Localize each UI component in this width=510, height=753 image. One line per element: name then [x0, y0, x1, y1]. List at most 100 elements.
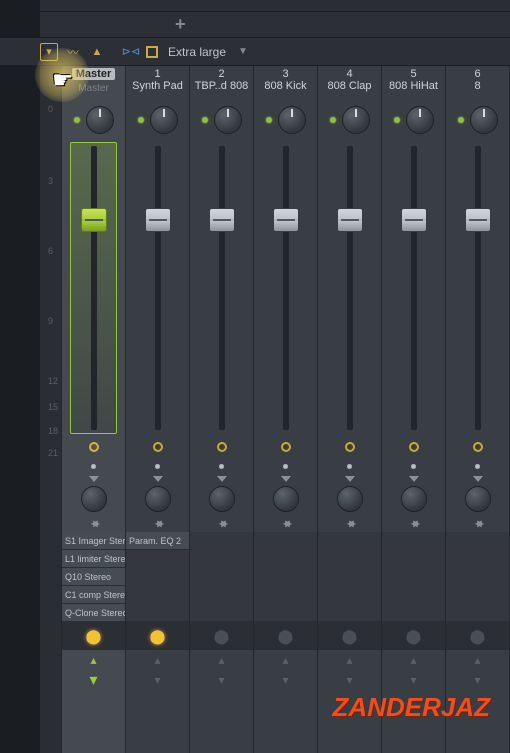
channel-name[interactable]: 808 Kick — [254, 80, 317, 92]
fx-enable-dot[interactable] — [347, 464, 352, 469]
channel-name[interactable]: 8 — [446, 80, 509, 92]
stereo-sep-icon[interactable] — [281, 476, 291, 482]
link-icon-button[interactable]: ⊳⊲ — [122, 43, 140, 61]
solo-mute-button[interactable] — [281, 442, 291, 452]
fader-handle[interactable] — [81, 208, 107, 232]
pan-knob[interactable] — [470, 106, 498, 134]
dock-icon[interactable]: ◂▸ — [475, 516, 479, 530]
route-up-icon[interactable]: ▴ — [474, 653, 480, 667]
stereo-sep-icon[interactable] — [217, 476, 227, 482]
send-indicator-icon[interactable]: ⬤ — [342, 628, 358, 645]
fx-enable-dot[interactable] — [283, 464, 288, 469]
route-down-icon[interactable]: ▾ — [410, 673, 416, 687]
stereo-sep-icon[interactable] — [153, 476, 163, 482]
channel-active-led[interactable] — [394, 117, 400, 123]
dock-icon[interactable]: ◂▸ — [347, 516, 351, 530]
fx-slot[interactable]: Param. EQ 2 — [126, 532, 189, 550]
route-down-icon[interactable]: ▾ — [154, 673, 160, 687]
stereo-knob[interactable] — [145, 486, 171, 512]
fader-handle[interactable] — [145, 208, 171, 232]
stereo-knob[interactable] — [273, 486, 299, 512]
channel-808-clap[interactable]: 4808 Clap◂▸⬤▴▾ — [318, 66, 382, 753]
send-indicator-icon[interactable]: ⬤ — [470, 628, 486, 645]
channel-synth-pad[interactable]: 1Synth Pad◂▸Param. EQ 2⬤▴▾ — [126, 66, 190, 753]
stereo-sep-icon[interactable] — [409, 476, 419, 482]
pan-knob[interactable] — [342, 106, 370, 134]
channel-name[interactable]: 808 Clap — [318, 80, 381, 92]
route-up-icon[interactable]: ▴ — [410, 653, 416, 667]
route-up-icon[interactable]: ▴ — [90, 653, 96, 667]
dock-icon[interactable]: ◂▸ — [219, 516, 223, 530]
stereo-knob[interactable] — [401, 486, 427, 512]
fx-slot-empty[interactable] — [446, 532, 509, 622]
fader-track[interactable] — [411, 146, 417, 430]
fx-slot-empty[interactable] — [190, 532, 253, 622]
route-up-icon[interactable]: ▴ — [346, 653, 352, 667]
channel-name[interactable]: Synth Pad — [126, 80, 189, 92]
fx-slot-empty[interactable] — [254, 532, 317, 622]
route-up-icon[interactable]: ▴ — [154, 653, 160, 667]
channel-active-led[interactable] — [202, 117, 208, 123]
add-tab-button[interactable]: + — [175, 14, 186, 35]
fader-track[interactable] — [347, 146, 353, 430]
fader-track[interactable] — [155, 146, 161, 430]
dock-icon[interactable]: ◂▸ — [411, 516, 415, 530]
send-indicator-icon[interactable]: ⬤ — [214, 628, 230, 645]
channel-8[interactable]: 68◂▸⬤▴▾ — [446, 66, 510, 753]
up-icon-button[interactable]: ▲ — [88, 43, 106, 61]
fader-track[interactable] — [475, 146, 481, 430]
channel-808-kick[interactable]: 3808 Kick◂▸⬤▴▾ — [254, 66, 318, 753]
fx-slot[interactable]: S1 Imager Stereo — [62, 532, 125, 550]
pan-knob[interactable] — [150, 106, 178, 134]
view-mode-button[interactable] — [146, 46, 158, 58]
fx-slot[interactable]: L1 limiter Stereo — [62, 550, 125, 568]
fader-handle[interactable] — [209, 208, 235, 232]
fx-slot-empty[interactable] — [126, 550, 189, 622]
stereo-knob[interactable] — [209, 486, 235, 512]
solo-mute-button[interactable] — [409, 442, 419, 452]
stereo-knob[interactable] — [465, 486, 491, 512]
channel-name[interactable]: 808 HiHat — [382, 80, 445, 92]
dock-icon[interactable]: ◂▸ — [283, 516, 287, 530]
stereo-knob[interactable] — [337, 486, 363, 512]
solo-mute-button[interactable] — [217, 442, 227, 452]
fx-enable-dot[interactable] — [475, 464, 480, 469]
route-up-icon[interactable]: ▴ — [218, 653, 224, 667]
fader-track[interactable] — [283, 146, 289, 430]
solo-mute-button[interactable] — [345, 442, 355, 452]
fader-handle[interactable] — [401, 208, 427, 232]
fx-enable-dot[interactable] — [91, 464, 96, 469]
route-down-icon[interactable]: ▾ — [89, 670, 97, 690]
fader-track[interactable] — [219, 146, 225, 430]
solo-mute-button[interactable] — [473, 442, 483, 452]
fx-slot[interactable]: C1 comp Stereo — [62, 586, 125, 604]
route-down-icon[interactable]: ▾ — [282, 673, 288, 687]
stereo-sep-icon[interactable] — [473, 476, 483, 482]
fader-handle[interactable] — [337, 208, 363, 232]
fx-enable-dot[interactable] — [411, 464, 416, 469]
solo-mute-button[interactable] — [153, 442, 163, 452]
send-indicator-icon[interactable]: ⬤ — [406, 628, 422, 645]
dock-icon[interactable]: ◂▸ — [91, 516, 95, 530]
pan-knob[interactable] — [406, 106, 434, 134]
send-indicator-icon[interactable]: ⬤ — [278, 628, 294, 645]
channel-tbp-d-808[interactable]: 2TBP..d 808◂▸⬤▴▾ — [190, 66, 254, 753]
layout-size-dropdown[interactable]: ▼ — [238, 46, 248, 57]
fx-enable-dot[interactable] — [155, 464, 160, 469]
channel-active-led[interactable] — [266, 117, 272, 123]
fader-handle[interactable] — [273, 208, 299, 232]
fx-enable-dot[interactable] — [219, 464, 224, 469]
stereo-sep-icon[interactable] — [345, 476, 355, 482]
route-down-icon[interactable]: ▾ — [218, 673, 224, 687]
channel-active-led[interactable] — [330, 117, 336, 123]
channel-active-led[interactable] — [138, 117, 144, 123]
route-down-icon[interactable]: ▾ — [474, 673, 480, 687]
fader-track[interactable] — [91, 146, 97, 430]
fader-handle[interactable] — [465, 208, 491, 232]
pan-knob[interactable] — [86, 106, 114, 134]
stereo-knob[interactable] — [81, 486, 107, 512]
channel-active-led[interactable] — [458, 117, 464, 123]
channel-name[interactable]: TBP..d 808 — [190, 80, 253, 92]
dock-icon[interactable]: ◂▸ — [155, 516, 159, 530]
channel-808-hihat[interactable]: 5808 HiHat◂▸⬤▴▾ — [382, 66, 446, 753]
